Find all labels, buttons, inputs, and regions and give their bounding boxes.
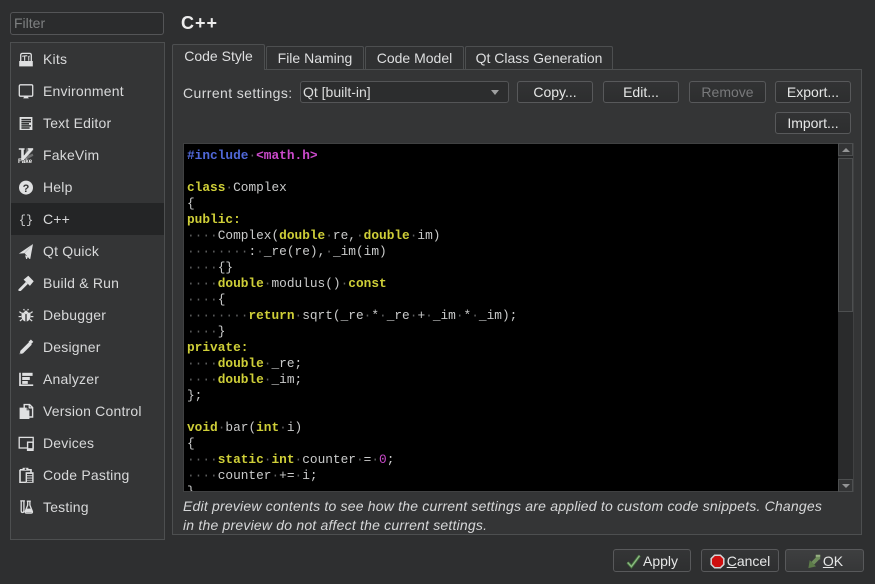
svg-text:?: ? (23, 183, 30, 195)
svg-text:Fake: Fake (18, 158, 33, 163)
svg-text:{}: {} (19, 213, 33, 227)
